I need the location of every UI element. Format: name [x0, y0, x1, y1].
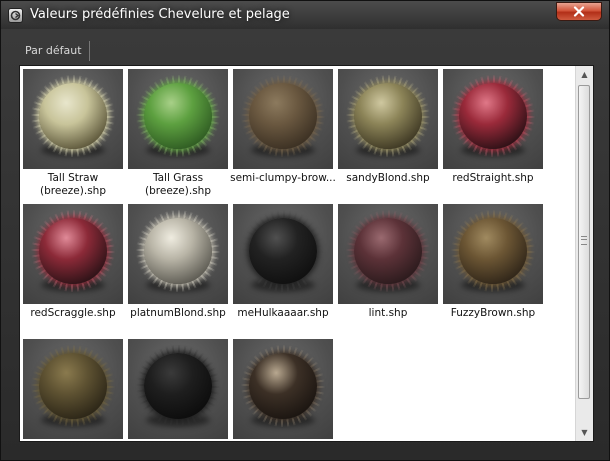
preset-thumbnail	[128, 339, 228, 439]
scroll-down-arrow-icon[interactable]: ▼	[576, 424, 593, 441]
preset-label: Tall Grass (breeze).shp	[145, 172, 211, 197]
preset-item[interactable]: Tall Straw (breeze).shp	[23, 69, 123, 199]
preset-item[interactable]: platnumBlond.shp	[128, 204, 228, 334]
preset-item[interactable]: semi-clumpy-brow...	[230, 69, 336, 199]
hair-ball	[39, 83, 107, 149]
preset-thumbnail	[23, 339, 123, 439]
hair-ball	[39, 353, 107, 419]
hair-ball	[354, 218, 422, 284]
preset-label: meHulkaaaar.shp	[237, 307, 329, 319]
tab-par-defaut[interactable]: Par défaut	[18, 41, 90, 61]
preset-thumbnail	[233, 339, 333, 439]
window-title: Valeurs prédéfinies Chevelure et pelage	[30, 7, 290, 22]
preset-item[interactable]: meHulkaaaar.shp	[233, 204, 333, 334]
hair-ball	[459, 83, 527, 149]
hair-ball	[249, 353, 317, 419]
hair-ball	[144, 353, 212, 419]
app-logo-icon	[8, 8, 23, 23]
hair-ball	[249, 218, 317, 284]
preset-label: sandyBlond.shp	[346, 172, 430, 184]
hair-ball	[354, 83, 422, 149]
preset-item[interactable]: sandyBlond.shp	[338, 69, 438, 199]
preset-label: Tall Straw (breeze).shp	[40, 172, 106, 197]
preset-thumbnail	[233, 204, 333, 304]
preset-label: redScraggle.shp	[30, 307, 116, 319]
preset-item[interactable]	[23, 339, 123, 441]
scrollbar-thumb[interactable]	[578, 85, 590, 399]
preset-item[interactable]: Tall Grass (breeze).shp	[128, 69, 228, 199]
scroll-up-arrow-icon[interactable]: ▲	[576, 66, 593, 83]
presets-window: Valeurs prédéfinies Chevelure et pelage …	[0, 0, 610, 461]
preset-label: lint.shp	[368, 307, 408, 319]
preset-thumbnail	[443, 69, 543, 169]
preset-thumbnail	[128, 69, 228, 169]
preset-item[interactable]: lint.shp	[338, 204, 438, 334]
preset-item[interactable]	[233, 339, 333, 441]
preset-thumbnail	[338, 69, 438, 169]
preset-label: platnumBlond.shp	[130, 307, 226, 319]
preset-item[interactable]: redScraggle.shp	[23, 204, 123, 334]
preset-thumbnail	[443, 204, 543, 304]
presets-list: Tall Straw (breeze).shp Tall Grass (breez…	[19, 65, 594, 442]
hair-ball	[144, 218, 212, 284]
close-icon	[573, 6, 585, 17]
preset-thumbnail	[128, 204, 228, 304]
preset-label: redStraight.shp	[452, 172, 534, 184]
scrollbar-grip-icon	[581, 236, 587, 245]
preset-item[interactable]: redStraight.shp	[443, 69, 543, 199]
hair-ball	[144, 83, 212, 149]
hair-ball	[459, 218, 527, 284]
preset-thumbnail	[338, 204, 438, 304]
preset-label: semi-clumpy-brow...	[230, 172, 336, 184]
preset-thumbnail	[233, 69, 333, 169]
hair-ball	[39, 218, 107, 284]
close-button[interactable]	[556, 2, 602, 21]
preset-item[interactable]	[128, 339, 228, 441]
title-bar[interactable]: Valeurs prédéfinies Chevelure et pelage	[1, 1, 609, 29]
vertical-scrollbar[interactable]: ▲ ▼	[575, 66, 593, 441]
hair-ball	[249, 83, 317, 149]
preset-thumbnail	[23, 204, 123, 304]
preset-thumbnail	[23, 69, 123, 169]
preset-label: FuzzyBrown.shp	[450, 307, 536, 319]
preset-item[interactable]: FuzzyBrown.shp	[443, 204, 543, 334]
